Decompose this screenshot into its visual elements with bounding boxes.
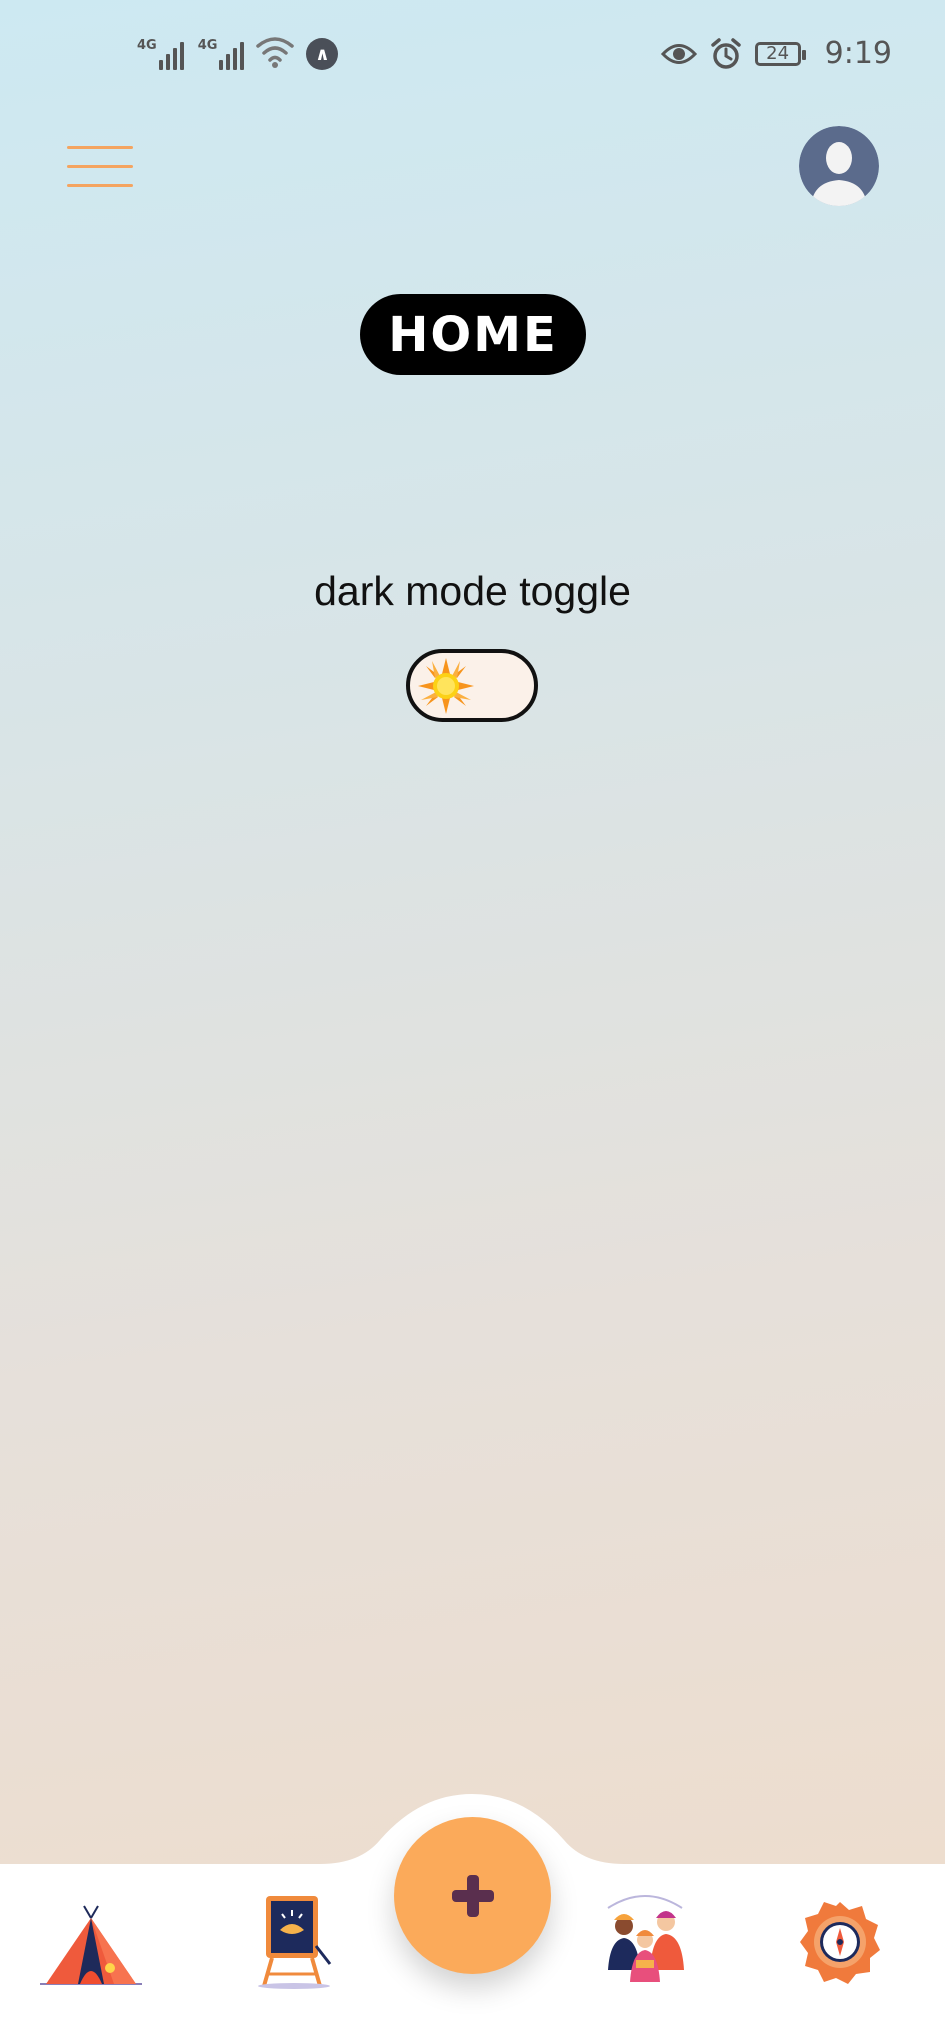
signal-2: 4G	[198, 38, 245, 70]
network-type-label: 4G	[197, 38, 218, 53]
status-bar: 4G 4G ∧ 24 9:19	[0, 0, 945, 110]
wifi-icon	[256, 37, 295, 68]
people-group-icon[interactable]	[590, 1890, 700, 1990]
hamburger-menu-icon[interactable]	[67, 144, 133, 190]
add-button[interactable]	[394, 1817, 551, 1974]
user-avatar-icon[interactable]	[799, 126, 879, 206]
status-bar-right: 24 9:19	[660, 36, 892, 71]
easel-board-icon[interactable]	[246, 1890, 356, 1990]
signal-1: 4G	[137, 38, 184, 70]
status-bar-left: 4G 4G ∧	[137, 34, 339, 70]
add-icon	[451, 1874, 494, 1917]
tent-icon[interactable]	[36, 1898, 146, 1998]
status-time: 9:19	[824, 36, 892, 71]
eye-icon	[660, 43, 697, 64]
battery-level: 24	[766, 43, 790, 64]
vpn-icon: ∧	[306, 38, 339, 70]
signal-icon	[219, 38, 245, 70]
compass-gear-icon[interactable]	[796, 1894, 906, 1994]
signal-icon	[158, 38, 184, 70]
page-title: HOME	[360, 294, 586, 375]
dark-mode-toggle-label: dark mode toggle	[314, 568, 631, 614]
battery-icon: 24	[754, 41, 806, 66]
sun-icon	[418, 658, 474, 714]
dark-mode-toggle[interactable]	[406, 649, 538, 722]
network-type-label: 4G	[137, 38, 157, 53]
alarm-icon	[710, 37, 741, 69]
